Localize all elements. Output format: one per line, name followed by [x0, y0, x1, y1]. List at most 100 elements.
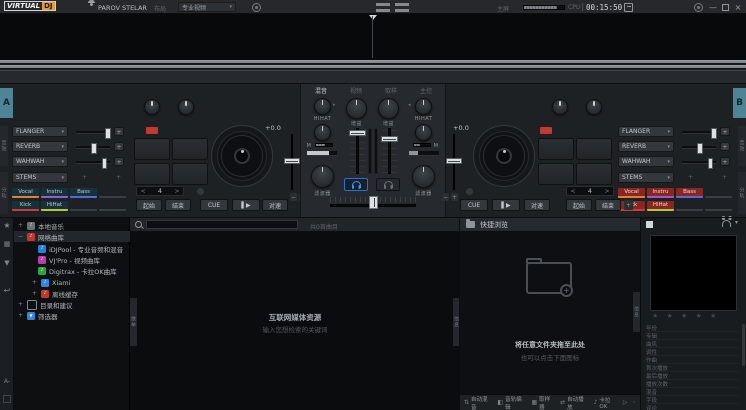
deck-a-pad[interactable]: [134, 138, 170, 160]
fx-activate-button[interactable]: +: [114, 127, 124, 136]
stem-hihat-button[interactable]: HiHat: [647, 201, 674, 211]
mixer-right-stem-knob[interactable]: [415, 98, 432, 115]
stems-plus-icon[interactable]: +: [722, 174, 727, 181]
deck-b-key-knob[interactable]: [586, 99, 602, 115]
deck-a-pitch-fader-handle[interactable]: [284, 158, 300, 164]
filter-funnel-icon[interactable]: ▼: [1, 259, 13, 267]
deck-b-tab[interactable]: B: [733, 88, 746, 118]
mixer-right-filter-knob[interactable]: [412, 165, 435, 188]
fx-activate-button[interactable]: +: [114, 142, 124, 151]
tree-item-xiami[interactable]: + ♪ Xiami: [14, 277, 147, 288]
deck-a-jog-wheel[interactable]: [211, 125, 273, 187]
tree-item-online-library[interactable]: − ♪ 网络曲库: [14, 231, 133, 242]
deck-a-pitch-minus-button[interactable]: −: [290, 193, 297, 201]
info-toggle-square-icon[interactable]: [646, 221, 653, 228]
pictures-icon[interactable]: ▦: [1, 240, 13, 248]
stems-plus-icon[interactable]: +: [688, 174, 693, 181]
mixer-left-stem-knob[interactable]: [314, 98, 331, 115]
deck-b-loop-knob[interactable]: [552, 99, 568, 115]
layout-dropdown[interactable]: 专业视频 ▾: [178, 2, 236, 12]
calendar-icon[interactable]: [624, 3, 633, 12]
mixer-tab-master[interactable]: 主控: [411, 86, 441, 95]
deck-b-play-button[interactable]: ▌▶: [492, 199, 520, 211]
master-volume-meter[interactable]: [523, 5, 565, 10]
fx-slider-handle[interactable]: [102, 158, 108, 169]
side-panel-tab-info-right[interactable]: 信息: [633, 292, 640, 332]
deck-a-pad[interactable]: [134, 163, 170, 185]
deck-b-pitch-minus-button[interactable]: −: [442, 193, 449, 201]
close-button[interactable]: ×: [733, 2, 743, 12]
fx-slider-handle[interactable]: [105, 128, 111, 139]
track-overview-strip-b[interactable]: [0, 65, 746, 68]
fx-dry-wet-slider[interactable]: [682, 131, 716, 134]
deck-a-loop-toggle-button[interactable]: [197, 188, 204, 195]
mixer-tab-sampler[interactable]: 取样: [376, 86, 406, 95]
stem-vocal-button[interactable]: Vocal: [618, 188, 645, 198]
stem-empty-button[interactable]: [705, 188, 732, 198]
deck-b-pad[interactable]: [538, 138, 574, 160]
maximize-button[interactable]: [722, 4, 729, 11]
fx-slider-handle[interactable]: [711, 128, 717, 139]
favorites-star-icon[interactable]: ★: [1, 221, 13, 230]
deck-b-cue-button[interactable]: CUE: [460, 199, 488, 211]
karaoke-button[interactable]: ♪卡拉OK: [594, 396, 618, 410]
tree-item-offline-cache[interactable]: + ♪ 离线缓存: [14, 288, 147, 299]
collapse-icon[interactable]: −: [17, 233, 24, 240]
minimize-button[interactable]: —: [708, 2, 718, 12]
deck-b-pitch-plus-button[interactable]: +: [451, 193, 458, 201]
tree-item-filters[interactable]: + ▼ 筛选器: [14, 310, 133, 321]
record-dot-icon[interactable]: ◦: [632, 399, 636, 406]
stem-hihat-button[interactable]: HiHat: [41, 201, 68, 211]
autoplay-button[interactable]: ⇄自动播放: [560, 395, 588, 410]
channel-2-gain-knob[interactable]: [378, 98, 399, 119]
fx-activate-button[interactable]: +: [720, 127, 730, 136]
stem-empty-button[interactable]: [676, 201, 703, 211]
stem-empty-button[interactable]: [705, 201, 732, 211]
tree-item-local-music[interactable]: + ♪ 本地音乐: [14, 220, 133, 231]
loop-halve-button[interactable]: <: [567, 188, 579, 195]
deck-b-stems-side-tab[interactable]: 分轨: [738, 172, 746, 214]
crossfader-handle[interactable]: [369, 196, 378, 209]
fx-dry-wet-slider[interactable]: [682, 146, 716, 149]
deck-b-pad[interactable]: [538, 163, 574, 185]
fx-slot-dropdown[interactable]: WAHWAH▾: [12, 156, 68, 167]
expand-icon[interactable]: +: [17, 222, 24, 229]
deck-b-fx-side-tab[interactable]: 音效: [738, 126, 746, 166]
sampler-button[interactable]: ▦取样器: [531, 395, 555, 410]
stem-bass-button[interactable]: Bass: [676, 188, 703, 198]
info-chevron-icon[interactable]: ▾: [735, 219, 738, 226]
channel-2-fader-track[interactable]: [388, 128, 391, 174]
deck-a-sync-button[interactable]: 对速: [262, 199, 288, 211]
triangle-left-icon[interactable]: ◂: [408, 102, 411, 108]
expand-icon[interactable]: +: [31, 279, 38, 286]
stems-dropdown[interactable]: STEMS▾: [618, 172, 674, 183]
info-circle-icon[interactable]: [252, 3, 261, 12]
stem-empty-button[interactable]: [99, 188, 126, 198]
stem-bass-button[interactable]: Bass: [70, 188, 97, 198]
stems-plus-icon[interactable]: +: [116, 174, 121, 181]
zoom-out-text-button[interactable]: A-: [1, 378, 13, 385]
deck-b-pitch-fader-handle[interactable]: [446, 158, 462, 164]
stem-empty-button[interactable]: [99, 201, 126, 211]
fx-activate-button[interactable]: +: [720, 157, 730, 166]
stems-plus-icon[interactable]: +: [82, 174, 87, 181]
loop-double-button[interactable]: >: [171, 188, 183, 195]
fx-dry-wet-slider[interactable]: [76, 131, 110, 134]
deck-a-loop-out-button[interactable]: 结束: [165, 199, 191, 211]
deck-a-tab[interactable]: A: [0, 88, 13, 118]
deck-a-pad[interactable]: [172, 163, 208, 185]
fx-activate-button[interactable]: +: [114, 157, 124, 166]
user-name[interactable]: PAROV STELAR: [98, 4, 150, 12]
fx-slider-handle[interactable]: [697, 143, 703, 154]
shortcut-drop-zone[interactable]: + 将任意文件夹拖至此处 也可以点击下面图标: [460, 232, 640, 394]
info-scrollbar[interactable]: [742, 324, 745, 366]
deck-a-loop-in-button[interactable]: 起始: [136, 199, 162, 211]
fx-dry-wet-slider[interactable]: [76, 146, 110, 149]
mixer-right-volume-slider[interactable]: [409, 151, 439, 156]
rating-stars[interactable]: ★ ★ ★ ★ ★: [652, 312, 742, 320]
deck-b-pad[interactable]: [576, 138, 612, 160]
fx-slot-dropdown[interactable]: WAHWAH▾: [618, 156, 674, 167]
play-preview-icon[interactable]: ▷: [623, 399, 628, 406]
waveform-area[interactable]: [0, 14, 746, 60]
channel-2-headphone-button[interactable]: [376, 178, 400, 191]
